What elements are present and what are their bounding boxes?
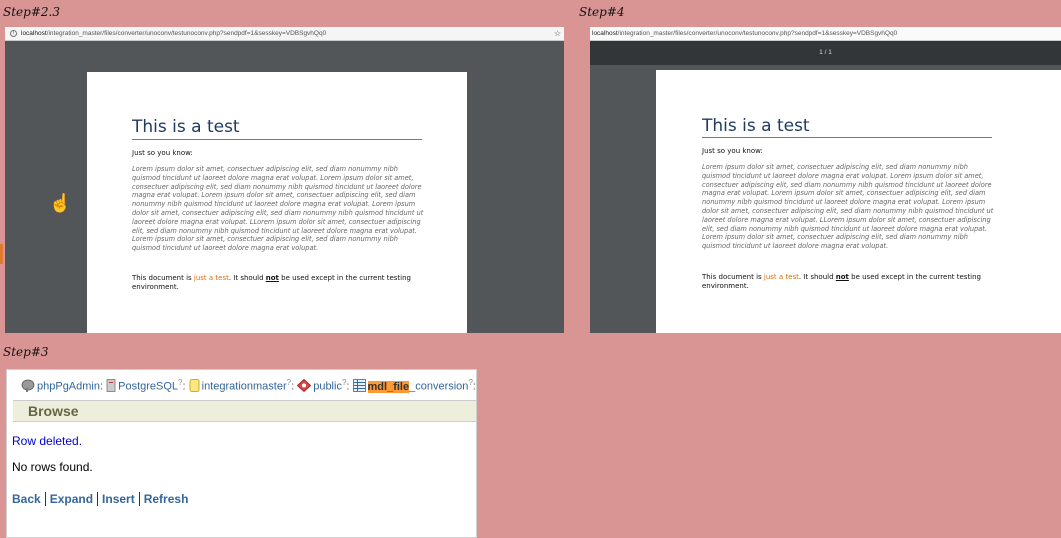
insert-link[interactable]: Insert bbox=[98, 492, 140, 506]
step-label-4: Step#4 bbox=[579, 5, 625, 19]
trail-separator: : bbox=[100, 380, 104, 393]
trail-separator: : bbox=[346, 380, 350, 393]
status-message: Row deleted. bbox=[12, 434, 83, 448]
back-link[interactable]: Back bbox=[12, 492, 46, 506]
section-heading: Browse bbox=[13, 400, 476, 422]
trail-separator: : bbox=[182, 380, 186, 393]
pdf-page: This is a test Just so you know: Lorem i… bbox=[656, 70, 1061, 333]
edge-marker bbox=[0, 244, 3, 264]
trail-table[interactable]: mdl_file_conversion bbox=[367, 380, 469, 393]
footer-highlight: just a test bbox=[193, 274, 229, 282]
database-icon bbox=[189, 378, 200, 395]
address-bar[interactable]: i localhost/integration_master/files/conv… bbox=[5, 27, 564, 41]
doc-lorem: Lorem ipsum dolor sit amet, consectuer a… bbox=[132, 165, 424, 253]
footer-text: . It should bbox=[228, 274, 266, 282]
url-path: /integration_master/files/converter/unoc… bbox=[617, 30, 898, 37]
info-icon[interactable]: i bbox=[10, 29, 17, 37]
doc-intro: Just so you know: bbox=[702, 147, 763, 155]
trail-db-engine[interactable]: PostgreSQL bbox=[118, 381, 178, 393]
bookmark-star-icon[interactable]: ☆ bbox=[554, 27, 561, 40]
table-icon bbox=[352, 378, 366, 395]
pdf-page: This is a test Just so you know: Lorem i… bbox=[87, 72, 467, 333]
schema-icon bbox=[297, 378, 312, 395]
empty-result-message: No rows found. bbox=[12, 460, 93, 474]
step-label-2-3: Step#2.3 bbox=[3, 5, 60, 19]
trail-schema[interactable]: public bbox=[313, 381, 342, 393]
doc-intro: Just so you know: bbox=[132, 149, 193, 157]
server-icon bbox=[106, 378, 116, 395]
trail-database[interactable]: integrationmaster bbox=[202, 381, 287, 393]
url-host: localhost bbox=[592, 30, 618, 37]
url-path: /integration_master/files/converter/unoc… bbox=[46, 30, 327, 37]
action-links: Back Expand Insert Refresh bbox=[12, 492, 192, 506]
footer-text: This document is bbox=[702, 273, 764, 281]
refresh-link[interactable]: Refresh bbox=[140, 492, 193, 506]
title-rule bbox=[702, 137, 992, 138]
browser-window-step23: i localhost/integration_master/files/conv… bbox=[5, 27, 564, 333]
doc-footer: This document is just a test. It should … bbox=[702, 273, 994, 291]
footer-text: This document is bbox=[132, 274, 194, 282]
trail-separator: : bbox=[291, 380, 295, 393]
elephant-icon bbox=[21, 379, 35, 395]
doc-footer: This document is just a test. It should … bbox=[132, 274, 424, 292]
title-rule bbox=[132, 139, 422, 140]
footer-highlight: just a test bbox=[763, 273, 799, 281]
browser-window-step4: localhost/integration_master/files/conve… bbox=[590, 27, 1061, 333]
table-name-highlight: mdl_file bbox=[367, 380, 410, 393]
breadcrumb: phpPgAdmin: PostgreSQL?: integrationmast… bbox=[21, 378, 476, 395]
footer-text: . It should bbox=[798, 273, 836, 281]
step-label-3: Step#3 bbox=[3, 345, 49, 359]
pdf-toolbar: 1 / 1 bbox=[590, 41, 1061, 65]
doc-title: This is a test bbox=[132, 117, 240, 137]
doc-title: This is a test bbox=[702, 116, 810, 136]
expand-link[interactable]: Expand bbox=[45, 492, 99, 506]
address-bar[interactable]: localhost/integration_master/files/conve… bbox=[590, 27, 1061, 41]
trail-server[interactable]: phpPgAdmin bbox=[37, 381, 100, 393]
table-name-rest: _conversion bbox=[409, 380, 469, 393]
footer-bold: not bbox=[835, 273, 849, 281]
doc-lorem: Lorem ipsum dolor sit amet, consectuer a… bbox=[702, 163, 994, 251]
url-host: localhost bbox=[21, 30, 47, 37]
phppgadmin-panel: phpPgAdmin: PostgreSQL?: integrationmast… bbox=[6, 369, 477, 538]
footer-bold: not bbox=[265, 274, 279, 282]
hand-cursor-icon: ☝ bbox=[49, 193, 72, 213]
page-indicator: 1 / 1 bbox=[819, 49, 832, 56]
trail-separator: : bbox=[472, 380, 476, 393]
